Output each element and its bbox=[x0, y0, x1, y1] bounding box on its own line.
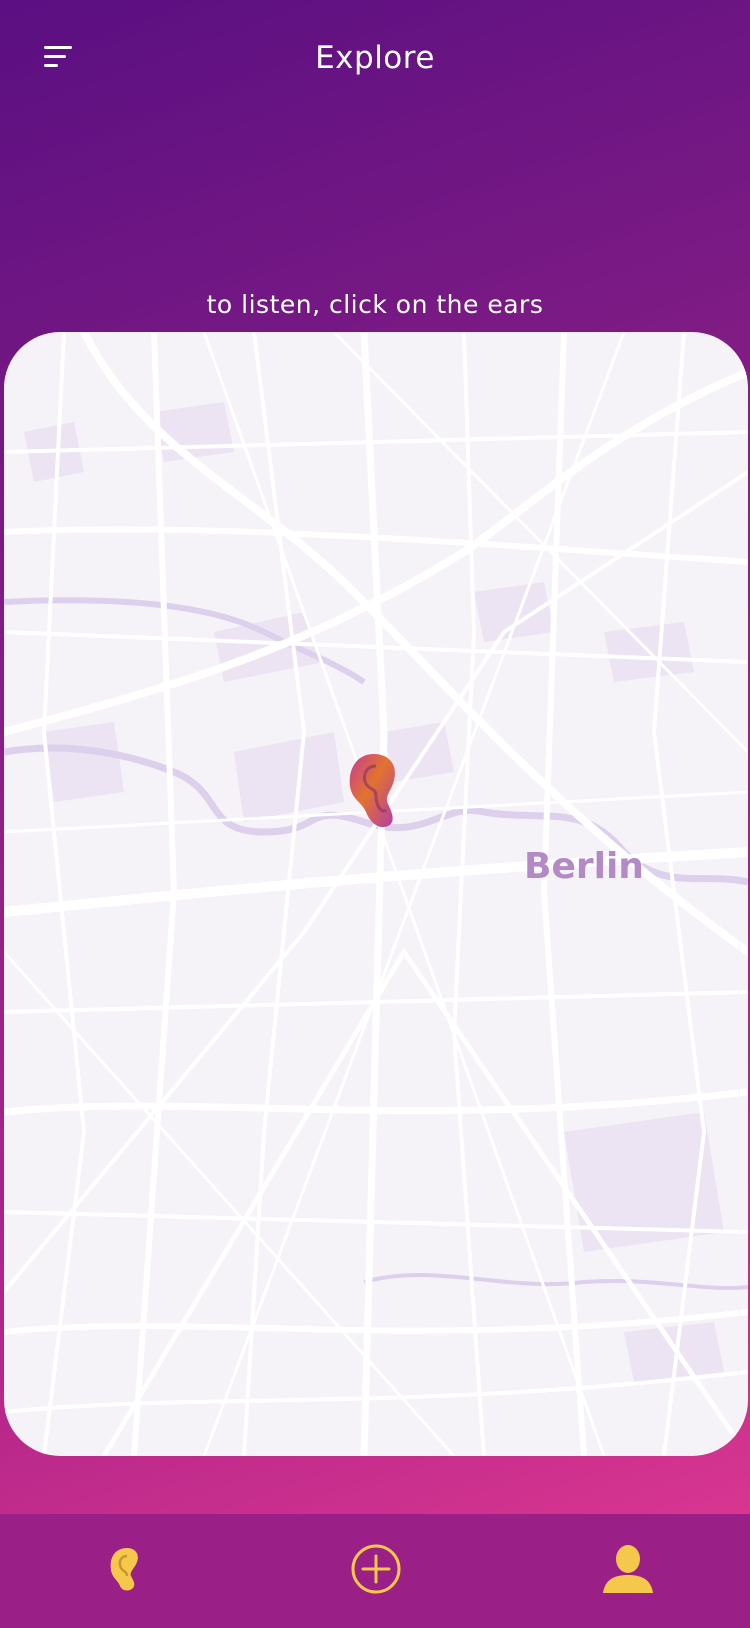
page-title: Explore bbox=[315, 40, 435, 76]
listen-hint: to listen, click on the ears bbox=[206, 290, 544, 319]
map-view[interactable]: Berlin bbox=[4, 332, 748, 1456]
user-icon bbox=[603, 1545, 653, 1593]
top-bar: Explore bbox=[0, 0, 750, 130]
nav-add-button[interactable] bbox=[336, 1534, 416, 1604]
nav-listen-button[interactable] bbox=[85, 1534, 165, 1604]
map-streets bbox=[4, 332, 748, 1456]
bottom-nav bbox=[0, 1514, 750, 1628]
nav-profile-button[interactable] bbox=[588, 1534, 668, 1604]
ear-icon bbox=[110, 1548, 138, 1591]
ear-icon bbox=[349, 754, 395, 828]
ear-marker[interactable] bbox=[344, 750, 404, 834]
add-circle-icon bbox=[351, 1544, 401, 1594]
city-label: Berlin bbox=[524, 846, 644, 887]
